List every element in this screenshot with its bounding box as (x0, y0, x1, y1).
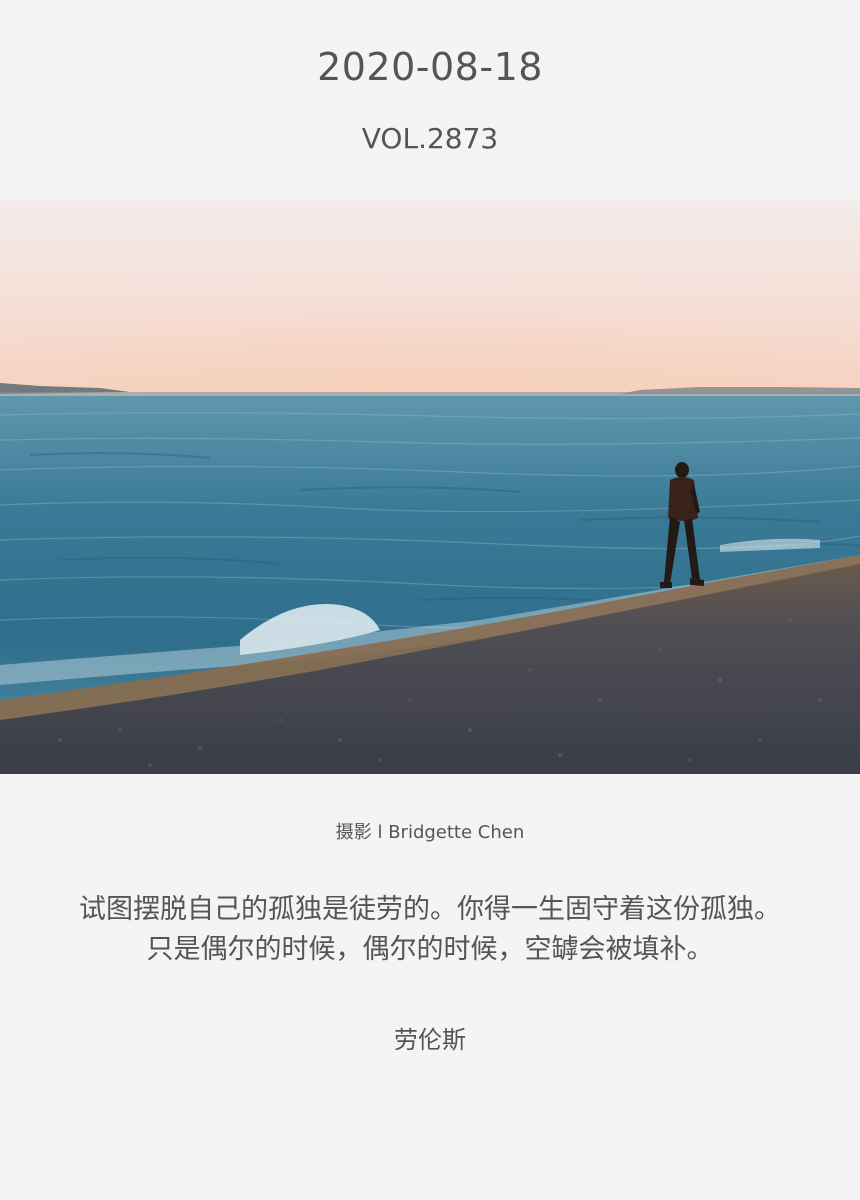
photo-image (0, 200, 860, 774)
quote-author: 劳伦斯 (394, 1026, 466, 1054)
issue-volume: VOL.2873 (361, 122, 499, 155)
quote-text: 试图摆脱自己的孤独是徒劳的。你得一生固守着这份孤独。 只是偶尔的时候，偶尔的时候… (20, 890, 840, 970)
daily-card-page: 2020-08-18 VOL.2873 摄影 l Bridgette Chen … (0, 0, 860, 1200)
photo-credit: 摄影 l Bridgette Chen (335, 822, 525, 843)
issue-date: 2020-08-18 (317, 45, 543, 89)
quote-line-2: 只是偶尔的时候，偶尔的时候，空罅会被填补。 (146, 934, 714, 965)
quote-line-1: 试图摆脱自己的孤独是徒劳的。你得一生固守着这份孤独。 (79, 894, 781, 925)
